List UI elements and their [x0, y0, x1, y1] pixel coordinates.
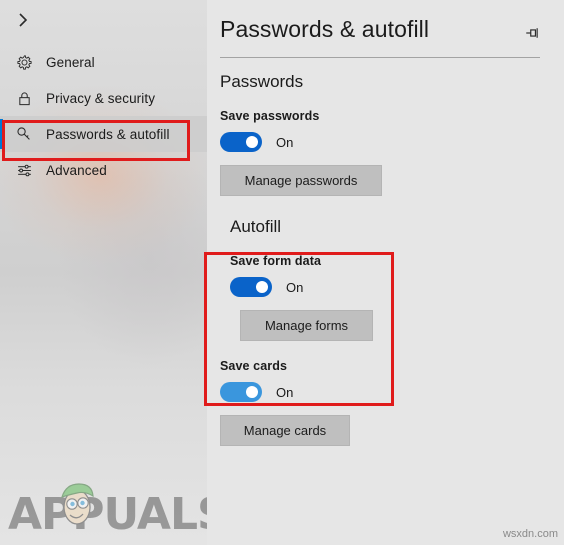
sidebar-item-advanced[interactable]: Advanced — [0, 152, 207, 188]
sidebar-item-passwords-autofill[interactable]: Passwords & autofill — [0, 116, 207, 152]
passwords-section: Passwords Save passwords On Manage passw… — [220, 71, 542, 196]
save-form-data-toggle-row: On — [230, 277, 542, 297]
site-watermark: wsxdn.com — [502, 528, 558, 540]
save-cards-toggle-row: On — [220, 382, 542, 402]
sidebar-expand-button[interactable] — [0, 0, 207, 40]
toggle-knob — [246, 386, 258, 398]
save-passwords-state: On — [276, 134, 294, 150]
save-form-data-label: Save form data — [230, 254, 322, 268]
chevron-right-icon — [19, 13, 28, 27]
lock-icon — [14, 88, 34, 108]
sliders-icon — [14, 160, 34, 180]
save-form-data-state: On — [286, 279, 304, 295]
toggle-knob — [246, 136, 258, 148]
header-divider — [220, 57, 540, 58]
autofill-section-title: Autofill — [230, 217, 282, 236]
page-header: Passwords & autofill — [220, 0, 542, 46]
save-passwords-label: Save passwords — [220, 109, 320, 123]
appuals-watermark: APPUALS — [8, 483, 207, 540]
gear-icon — [14, 52, 34, 72]
sidebar: General Privacy & security Passwords & a… — [0, 0, 207, 545]
appuals-mascot-icon — [61, 483, 94, 525]
sidebar-item-general[interactable]: General — [0, 44, 207, 80]
save-cards-toggle[interactable] — [220, 382, 262, 402]
settings-window: General Privacy & security Passwords & a… — [0, 0, 564, 545]
pin-pane-button[interactable] — [520, 20, 546, 46]
manage-passwords-button[interactable]: Manage passwords — [220, 165, 382, 196]
sidebar-item-privacy-security[interactable]: Privacy & security — [0, 80, 207, 116]
sidebar-item-label: Advanced — [46, 162, 107, 178]
main-panel: Passwords & autofill Passwords Save pass… — [207, 0, 564, 545]
autofill-section: Autofill Save form data On Manage forms — [220, 216, 542, 341]
save-passwords-toggle-row: On — [220, 132, 542, 152]
save-cards-state: On — [276, 384, 294, 400]
sidebar-nav: General Privacy & security Passwords & a… — [0, 44, 207, 188]
watermark-text: APPUALS — [8, 489, 207, 540]
save-passwords-toggle[interactable] — [220, 132, 262, 152]
manage-forms-button[interactable]: Manage forms — [240, 310, 373, 341]
passwords-section-title: Passwords — [220, 72, 304, 91]
sidebar-item-label: Passwords & autofill — [46, 126, 170, 142]
sidebar-item-label: Privacy & security — [46, 90, 156, 106]
toggle-knob — [256, 281, 268, 293]
save-cards-label: Save cards — [220, 359, 288, 373]
key-icon — [14, 124, 34, 144]
sidebar-item-label: General — [46, 54, 95, 70]
save-form-data-toggle[interactable] — [230, 277, 272, 297]
selection-accent-bar — [0, 119, 3, 149]
manage-cards-button[interactable]: Manage cards — [220, 415, 350, 446]
page-title: Passwords & autofill — [220, 16, 430, 42]
cards-section: Save cards On Manage cards — [220, 359, 542, 446]
pin-icon — [526, 28, 538, 38]
